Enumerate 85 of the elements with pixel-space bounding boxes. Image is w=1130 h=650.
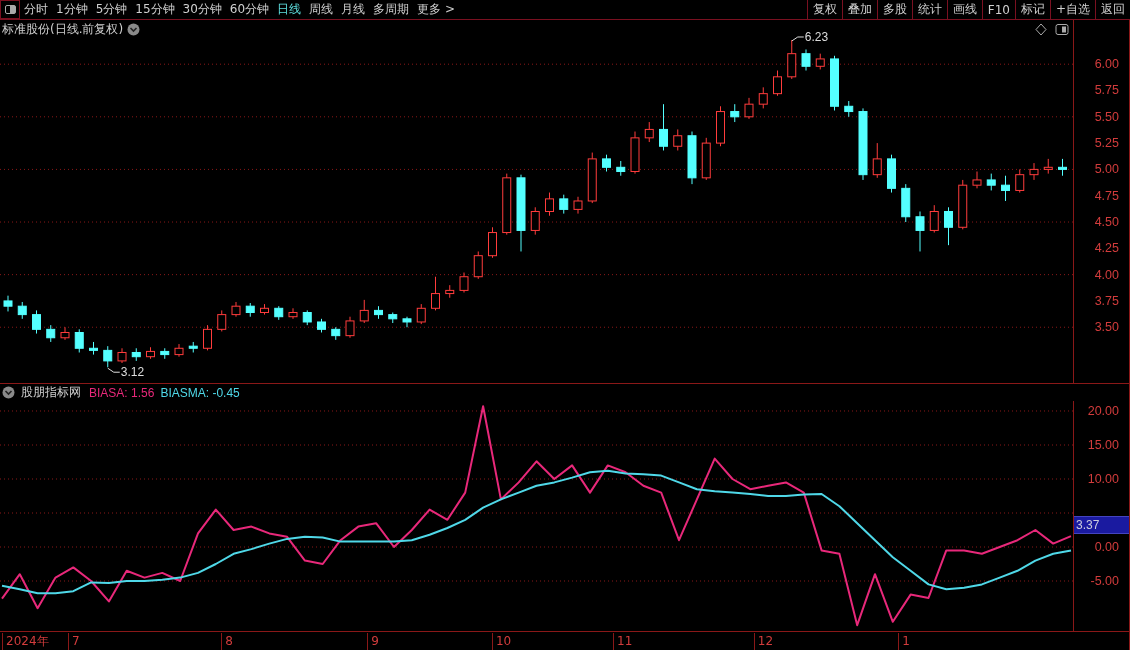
candlestick	[929, 204, 939, 234]
period-tab[interactable]: 多周期	[369, 0, 414, 19]
indicator-reading: BIASMA: -0.45	[160, 385, 240, 400]
candlestick	[773, 70, 782, 97]
axis-label: 15.00	[1087, 438, 1119, 452]
indicator-reading: BIASA: 1.56	[89, 385, 155, 400]
panel-toggle-icon[interactable]	[1055, 24, 1069, 35]
axis-label: 5.00	[1094, 162, 1119, 177]
period-tab[interactable]: 分时	[20, 0, 52, 19]
candlestick	[744, 97, 754, 120]
axis-label: 4.75	[1094, 188, 1119, 203]
chart-title: 标准股份(日线.前复权)	[2, 21, 124, 38]
period-tab[interactable]: 30分钟	[178, 0, 226, 19]
axis-label: 4.50	[1094, 215, 1119, 229]
diamond-icon[interactable]	[1035, 23, 1047, 36]
high-price-label: 6.23	[804, 30, 829, 44]
leader-line	[791, 36, 805, 42]
low-price-label: 3.12	[120, 365, 145, 380]
dropdown-icon[interactable]	[2, 386, 15, 399]
period-tab[interactable]: 更多 >	[413, 0, 459, 19]
candlestick	[944, 206, 953, 246]
axis-label: 3.50	[1094, 320, 1119, 335]
period-tab[interactable]: 周线	[305, 0, 338, 19]
candlestick	[459, 272, 469, 294]
candlestick	[801, 48, 811, 71]
candlestick	[1029, 162, 1039, 181]
date-label: 7	[67, 633, 80, 650]
candlestick	[1015, 168, 1025, 194]
axis-label: 5.25	[1094, 136, 1119, 151]
axis-label: 4.25	[1094, 241, 1119, 256]
axis-label: 20.00	[1087, 404, 1119, 418]
candlestick	[1001, 175, 1010, 202]
axis-label: 5.75	[1094, 83, 1119, 98]
candlestick	[416, 303, 426, 325]
candlestick	[60, 326, 70, 341]
period-tab[interactable]: 60分钟	[225, 0, 274, 19]
axis-label: 5.50	[1094, 109, 1119, 124]
period-tab[interactable]: 15分钟	[131, 0, 179, 19]
candlestick	[972, 171, 982, 189]
candlestick	[659, 103, 668, 151]
period-tab[interactable]: 1分钟	[52, 0, 92, 19]
date-label: 9	[367, 633, 379, 650]
candlestick	[530, 206, 540, 236]
candlestick	[915, 211, 925, 252]
date-label: 11	[613, 633, 633, 650]
axis-label: 4.00	[1094, 267, 1119, 282]
candlestick	[787, 39, 797, 80]
axis-label: -5.00	[1090, 574, 1119, 588]
candlestick	[872, 142, 882, 179]
candlestick	[473, 250, 483, 280]
period-tab[interactable]: 日线	[273, 0, 306, 19]
candlestick	[345, 316, 355, 339]
date-label: 12	[753, 633, 774, 650]
candlestick	[203, 324, 212, 351]
date-label: 2024年	[2, 633, 49, 650]
date-label: 10	[491, 633, 512, 650]
candlestick	[74, 328, 84, 353]
candlestick	[559, 194, 569, 215]
axis-label: 10.00	[1087, 472, 1119, 486]
candlestick	[217, 309, 227, 332]
candlestick	[673, 128, 683, 151]
layout-toggle-icon[interactable]	[0, 0, 20, 19]
date-label: 1	[898, 633, 910, 650]
candlestick	[402, 316, 412, 328]
candlestick	[3, 295, 13, 312]
candlestick	[174, 343, 184, 358]
candlestick	[32, 309, 41, 335]
leader-line	[107, 367, 121, 373]
axis-label: 6.00	[1094, 57, 1119, 72]
indicator-name: 股朋指标网	[21, 384, 81, 401]
period-tab[interactable]: 月线	[337, 0, 370, 19]
candlestick	[644, 121, 654, 143]
axis-label: 3.75	[1094, 293, 1119, 308]
candlestick	[431, 276, 440, 311]
candlestick	[488, 226, 497, 259]
dropdown-icon[interactable]	[127, 23, 141, 36]
candlestick	[545, 192, 554, 217]
axis-label: 0.00	[1094, 540, 1119, 554]
candlestick	[103, 345, 113, 368]
date-label: 8	[221, 633, 233, 650]
candlestick	[359, 299, 369, 324]
candlestick	[758, 86, 768, 109]
value-marker: 3.37	[1074, 516, 1129, 535]
period-tab[interactable]: 5分钟	[91, 0, 132, 19]
candlestick	[288, 307, 298, 320]
